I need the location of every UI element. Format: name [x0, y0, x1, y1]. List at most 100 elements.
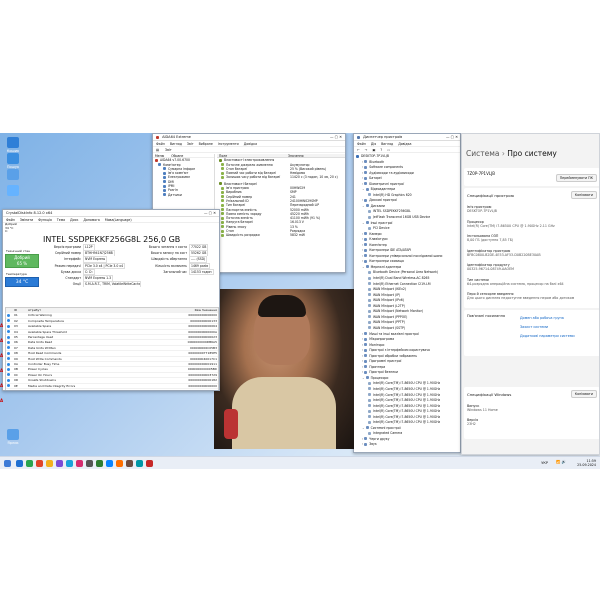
taskbar-app-icon[interactable]: [146, 460, 153, 467]
rename-pc-button[interactable]: Перейменувати ПК: [555, 174, 597, 182]
device-manager-title-bar[interactable]: Диспетчер пристроїв — ▢ ✕: [354, 134, 460, 141]
property-value: 11420 с (3 годин, 10 хв, 20 с): [290, 175, 338, 180]
taskbar-app-icon[interactable]: [136, 460, 143, 467]
language-indicator[interactable]: УКР: [541, 461, 548, 465]
properties-icon[interactable]: ▣: [372, 148, 375, 152]
menu-item[interactable]: Довідка: [398, 142, 411, 146]
menu-item[interactable]: Тема: [57, 218, 65, 222]
menu-item[interactable]: Інструменти: [218, 142, 239, 146]
menu-item[interactable]: Мова(Language): [105, 218, 132, 222]
related-link[interactable]: Додаткові параметри системи: [520, 332, 598, 341]
toolbar-report[interactable]: Звіт: [165, 148, 172, 152]
expand-chevron-icon[interactable]: ›: [362, 359, 363, 363]
clock[interactable]: 11:59 25.09.2024: [577, 459, 596, 468]
taskbar-app-icon[interactable]: [96, 460, 103, 467]
expand-chevron-icon[interactable]: ›: [362, 176, 363, 180]
expand-chevron-icon[interactable]: ›: [362, 171, 363, 175]
taskbar-app-icon[interactable]: [106, 460, 113, 467]
forward-icon[interactable]: →: [365, 148, 368, 152]
menu-item[interactable]: Диск: [70, 218, 78, 222]
menu-item[interactable]: Вигляд: [381, 142, 393, 146]
expand-chevron-icon[interactable]: ›: [362, 237, 363, 241]
expand-chevron-icon[interactable]: ›: [362, 182, 363, 186]
report-icon[interactable]: ▤: [156, 148, 159, 152]
desktop-icon-shortcut[interactable]: Ярлик: [2, 429, 24, 445]
drive-selector[interactable]: Добрий 34 °C C:: [5, 222, 27, 234]
back-icon[interactable]: ←: [357, 148, 360, 152]
expand-chevron-icon[interactable]: ⌄: [362, 204, 365, 208]
expand-chevron-icon[interactable]: ⌄: [362, 221, 365, 225]
device-category[interactable]: › Звук: [354, 442, 460, 448]
desktop-icon[interactable]: Кошик: [2, 137, 24, 153]
copy-specs-button[interactable]: Копіювати: [570, 191, 597, 199]
tray-icons[interactable]: 📶 🔊: [556, 460, 566, 464]
taskbar-app-icon[interactable]: [76, 460, 83, 467]
expand-chevron-icon[interactable]: ›: [362, 254, 363, 258]
table-row[interactable]: 0FNumber of Error Information Log Entrie…: [6, 388, 218, 390]
menu-item[interactable]: Довідка: [244, 142, 257, 146]
expand-chevron-icon[interactable]: ›: [362, 337, 363, 341]
expand-chevron-icon[interactable]: ›: [362, 248, 363, 252]
help-icon[interactable]: ?: [380, 148, 382, 152]
menu-item[interactable]: Допомога: [83, 218, 99, 222]
window-controls-icon[interactable]: — ▢ ✕: [446, 134, 458, 141]
expand-chevron-icon[interactable]: ⌄: [362, 187, 365, 191]
menu-item[interactable]: Дія: [371, 142, 376, 146]
expand-chevron-icon[interactable]: ›: [362, 160, 363, 164]
menu-item[interactable]: Файл: [156, 142, 165, 146]
taskbar-app-icon[interactable]: [86, 460, 93, 467]
menu-item[interactable]: Функція: [38, 218, 52, 222]
device-label: Дискові пристрої: [369, 198, 398, 203]
desktop-icon[interactable]: [2, 185, 24, 197]
aida64-toolbar: ▤ Звіт: [153, 147, 345, 153]
expand-chevron-icon[interactable]: ›: [362, 365, 363, 369]
menu-item[interactable]: Вигляд: [170, 142, 182, 146]
taskbar-app-icon[interactable]: [16, 460, 23, 467]
tree-item[interactable]: Датчики: [153, 193, 214, 197]
expand-chevron-icon[interactable]: ›: [362, 370, 363, 374]
taskbar-app-icon[interactable]: [46, 460, 53, 467]
copy-win-specs-button[interactable]: Копіювати: [570, 390, 597, 398]
expand-chevron-icon[interactable]: ›: [362, 165, 363, 169]
expand-chevron-icon[interactable]: ›: [362, 343, 363, 347]
taskbar-app-icon[interactable]: [56, 460, 63, 467]
menu-item[interactable]: Звіт: [187, 142, 194, 146]
device-label: Intel(R) HD Graphics 620: [373, 192, 412, 197]
expand-chevron-icon[interactable]: ⌄: [362, 265, 365, 269]
window-controls-icon[interactable]: — ▢ ✕: [204, 210, 216, 217]
taskbar-app-icon[interactable]: [66, 460, 73, 467]
menu-item[interactable]: Файл: [357, 142, 366, 146]
taskbar-app-icon[interactable]: [36, 460, 43, 467]
menu-item[interactable]: Вибране: [199, 142, 213, 146]
desktop-icon[interactable]: Пошук: [2, 153, 24, 169]
breadcrumb-parent[interactable]: Система: [466, 149, 499, 158]
taskbar-app-icon[interactable]: [126, 460, 133, 467]
expand-chevron-icon[interactable]: ›: [362, 232, 363, 236]
crystaldiskinfo-title-bar[interactable]: CrystalDiskInfo 8.12.0 x64 — ▢ ✕: [3, 210, 219, 217]
desktop-icon[interactable]: [2, 169, 24, 181]
device-icon: [368, 287, 371, 291]
menu-item[interactable]: Змінити: [20, 218, 33, 222]
device-label: Intel(R) Core(TM) i7-8650U CPU @ 1.90GHz: [373, 414, 441, 419]
expand-chevron-icon[interactable]: ›: [362, 348, 363, 352]
aida64-title-bar[interactable]: AIDA64 Extreme — ▢ ✕: [153, 134, 345, 141]
window-controls-icon[interactable]: — ▢ ✕: [330, 134, 342, 141]
tree-node-icon: [163, 171, 166, 175]
monitor-icon[interactable]: ▭: [387, 148, 390, 152]
expand-chevron-icon[interactable]: ›: [362, 198, 363, 202]
expand-chevron-icon[interactable]: ›: [362, 332, 363, 336]
related-link[interactable]: Домен або робоча група: [520, 314, 598, 323]
expand-chevron-icon[interactable]: ⌄: [362, 426, 365, 430]
windows-start-icon[interactable]: [4, 460, 11, 467]
related-link[interactable]: Захист системи: [520, 323, 598, 332]
device-label: Клавіатури: [369, 237, 388, 242]
shortcut-icon: [7, 429, 19, 440]
taskbar-app-icon[interactable]: [26, 460, 33, 467]
expand-chevron-icon[interactable]: ›: [362, 259, 363, 263]
expand-chevron-icon[interactable]: ›: [362, 243, 363, 247]
expand-chevron-icon[interactable]: ›: [362, 437, 363, 441]
expand-chevron-icon[interactable]: ›: [362, 442, 363, 446]
expand-chevron-icon[interactable]: ⌄: [362, 376, 365, 380]
expand-chevron-icon[interactable]: ›: [362, 354, 363, 358]
taskbar-app-icon[interactable]: [116, 460, 123, 467]
